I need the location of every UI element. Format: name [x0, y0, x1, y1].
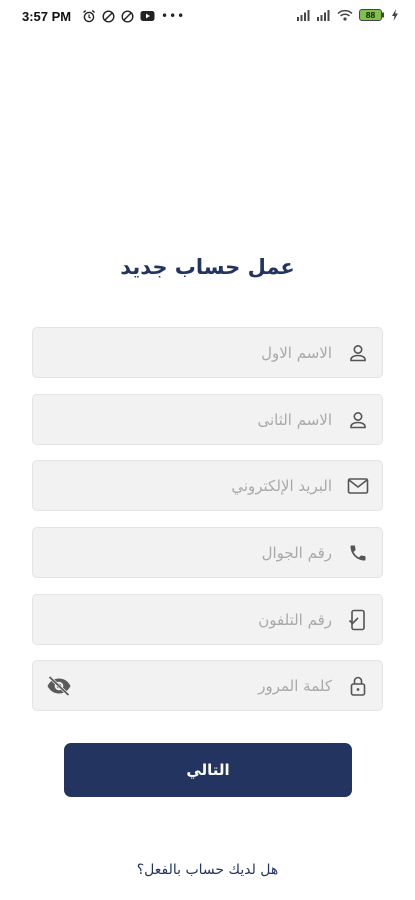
notification-icons: •••	[82, 9, 185, 23]
system-status-icons: 88	[297, 9, 399, 21]
mobile-field[interactable]	[32, 527, 383, 578]
next-button[interactable]: التالي	[64, 743, 352, 797]
no-disturb-icon-2	[121, 9, 134, 23]
eye-off-icon[interactable]	[46, 674, 72, 698]
email-input[interactable]	[47, 461, 332, 510]
signal-icon-2	[317, 9, 331, 21]
mobile-input[interactable]	[47, 528, 332, 577]
mobile-check-icon	[347, 609, 369, 631]
video-icon	[140, 10, 155, 22]
battery-icon: 88	[359, 9, 385, 21]
login-link[interactable]: هل لديك حساب بالفعل؟	[0, 862, 415, 878]
password-field[interactable]	[32, 660, 383, 711]
wifi-icon	[337, 9, 353, 21]
mail-icon	[347, 475, 369, 497]
phone-icon	[347, 542, 369, 564]
email-field[interactable]	[32, 460, 383, 511]
first-name-field[interactable]	[32, 327, 383, 378]
status-bar: 3:57 PM ••• 88	[0, 0, 415, 34]
lock-icon	[347, 675, 369, 697]
more-notifications-indicator: •••	[161, 9, 186, 23]
first-name-input[interactable]	[47, 328, 332, 377]
charging-icon	[391, 9, 399, 21]
user-icon	[347, 409, 369, 431]
alarm-icon	[82, 9, 96, 23]
page-title: عمل حساب جديد	[120, 255, 295, 279]
telephone-field[interactable]	[32, 594, 383, 645]
last-name-input[interactable]	[47, 395, 332, 444]
user-icon	[347, 342, 369, 364]
signal-icon	[297, 9, 311, 21]
last-name-field[interactable]	[32, 394, 383, 445]
no-disturb-icon	[102, 9, 115, 23]
telephone-input[interactable]	[47, 595, 332, 644]
battery-level: 88	[366, 10, 376, 20]
status-time: 3:57 PM	[22, 9, 72, 24]
password-input[interactable]	[89, 661, 332, 710]
